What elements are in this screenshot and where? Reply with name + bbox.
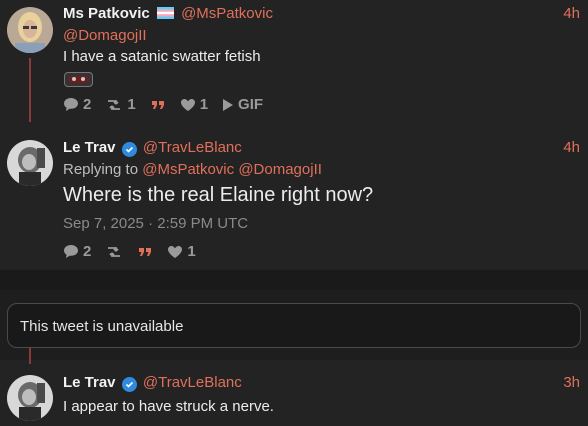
reply-count[interactable]: 2 [63, 243, 91, 260]
author-handle[interactable]: @MsPatkovic [181, 5, 273, 22]
quote-button[interactable] [150, 98, 166, 112]
author-line: Le Trav @TravLeBlanc [63, 139, 242, 157]
tweet-time[interactable]: 3h [563, 374, 580, 391]
quote-icon [139, 247, 152, 256]
like-count[interactable]: 1 [167, 243, 196, 260]
author-line: Le Trav @TravLeBlanc [63, 374, 242, 392]
retweet-button[interactable] [105, 245, 123, 259]
gif-label: GIF [238, 96, 264, 113]
replying-line: Replying to @MsPatkovic @DomagojII [63, 161, 322, 178]
tweet-stats: 2 1 1 GIF [63, 96, 263, 113]
tweet-text: I have a satanic swatter fetish [63, 48, 261, 65]
thread-line [29, 58, 31, 130]
like-count-value: 1 [187, 243, 196, 260]
play-icon [223, 98, 234, 111]
retweet-count[interactable]: 1 [105, 96, 136, 113]
like-count[interactable]: 1 [180, 96, 208, 113]
avatar-ms-patkovic[interactable] [7, 7, 53, 53]
unavailable-text: This tweet is unavailable [20, 318, 184, 335]
heart-icon [180, 98, 195, 111]
trans-flag-icon [156, 7, 174, 19]
reply-count-value: 2 [83, 96, 92, 113]
reply-mention[interactable]: @DomagojII [63, 27, 147, 44]
reply-count[interactable]: 2 [63, 96, 91, 113]
tweet-1[interactable]: Ms Patkovic @MsPatkovic 4h @DomagojII I … [0, 0, 588, 130]
replying-mention-1[interactable]: @MsPatkovic [142, 161, 234, 178]
tweet-3[interactable]: Le Trav @TravLeBlanc 3h I appear to have… [0, 348, 588, 426]
avatar-le-trav[interactable] [7, 375, 53, 421]
heart-icon [168, 245, 183, 258]
author-line: Ms Patkovic @MsPatkovic [63, 5, 273, 22]
tweet-time[interactable]: 4h [563, 5, 580, 22]
unavailable-tweet-notice: This tweet is unavailable [7, 303, 581, 348]
retweet-icon [108, 99, 121, 110]
thread-divider [0, 270, 588, 290]
gif-button[interactable]: GIF [222, 96, 263, 113]
avatar-le-trav[interactable] [7, 140, 53, 186]
retweet-count-value: 1 [127, 96, 136, 113]
reply-count-value: 2 [83, 243, 92, 260]
comment-icon [64, 245, 78, 258]
author-handle[interactable]: @TravLeBlanc [143, 139, 242, 156]
emoji-thumbnail [64, 72, 93, 87]
replying-mention-2[interactable]: @DomagojII [238, 161, 322, 178]
tweet-date[interactable]: Sep 7, 2025 · 2:59 PM UTC [63, 215, 248, 232]
retweet-icon [108, 246, 121, 257]
thread-line [29, 348, 31, 364]
verified-badge-icon [121, 142, 137, 157]
tweet-2[interactable]: Le Trav @TravLeBlanc 4h Replying to @MsP… [0, 122, 588, 270]
tweet-time[interactable]: 4h [563, 139, 580, 156]
verified-badge-icon [121, 377, 137, 392]
author-name[interactable]: Ms Patkovic [63, 5, 150, 22]
comment-icon [64, 98, 78, 111]
replying-prefix: Replying to [63, 161, 139, 178]
quote-icon [151, 100, 164, 109]
tweet-text: I appear to have struck a nerve. [63, 398, 274, 415]
quote-button[interactable] [137, 245, 153, 259]
author-name[interactable]: Le Trav [63, 139, 116, 156]
author-name[interactable]: Le Trav [63, 374, 116, 391]
author-handle[interactable]: @TravLeBlanc [143, 374, 242, 391]
like-count-value: 1 [199, 96, 209, 113]
tweet-stats: 2 1 [63, 243, 196, 260]
tweet-text: Where is the real Elaine right now? [63, 184, 374, 206]
